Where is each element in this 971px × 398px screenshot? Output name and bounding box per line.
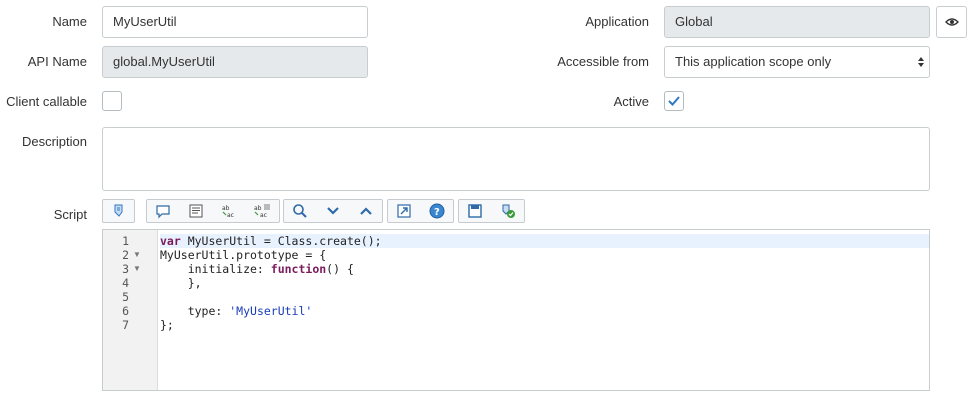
- search-icon: [293, 204, 307, 218]
- code-token: var: [160, 234, 181, 248]
- line-number: 5: [122, 290, 129, 304]
- script-label: Script: [53, 207, 87, 222]
- line-number: 6: [122, 304, 129, 318]
- svg-text:?: ?: [434, 207, 440, 218]
- code-line[interactable]: MyUserUtil.prototype = {: [160, 248, 929, 262]
- active-label: Active: [613, 94, 649, 109]
- fullscreen-icon: [397, 204, 411, 218]
- help-button[interactable]: ?: [423, 202, 451, 220]
- find-previous-button[interactable]: [352, 202, 380, 220]
- code-token: MyUserUtil = Class.create();: [180, 234, 382, 248]
- chevron-up-icon: [360, 207, 372, 215]
- application-label: Application: [585, 14, 649, 29]
- script-debugger-button[interactable]: [494, 202, 522, 220]
- toolbar-group-view: ?: [387, 199, 454, 223]
- api-name-field: global.MyUserUtil: [102, 46, 368, 78]
- toolbar-group-edit: ab ac ab ac: [146, 199, 280, 223]
- select-arrows-icon: [918, 57, 924, 67]
- fold-toggle-icon[interactable]: ▼: [133, 262, 141, 276]
- line-number: 1: [122, 234, 129, 248]
- line-number: 3: [122, 262, 129, 276]
- svg-text:ac: ac: [260, 212, 267, 219]
- help-icon: ?: [429, 203, 445, 219]
- code-token: MyUserUtil.prototype = {: [160, 248, 327, 262]
- line-number: 2: [122, 248, 129, 262]
- fold-toggle-icon[interactable]: ▼: [133, 248, 141, 262]
- name-field[interactable]: MyUserUtil: [102, 6, 368, 38]
- name-label: Name: [52, 14, 87, 29]
- toggle-syntax-icon: [114, 204, 123, 217]
- preview-button[interactable]: [936, 6, 967, 38]
- script-debugger-icon: [502, 204, 515, 218]
- code-line[interactable]: type: 'MyUserUtil': [160, 304, 929, 318]
- replace-all-icon: ab ac: [254, 204, 270, 219]
- client-callable-checkbox[interactable]: [102, 91, 122, 111]
- comment-icon: [156, 205, 170, 219]
- save-icon: [468, 204, 482, 218]
- code-line[interactable]: };: [160, 318, 929, 332]
- code-token: },: [160, 276, 202, 290]
- description-field[interactable]: [102, 127, 930, 191]
- svg-text:ab: ab: [222, 205, 230, 212]
- code-line[interactable]: var MyUserUtil = Class.create();: [160, 234, 929, 248]
- checkmark-icon: [668, 96, 680, 106]
- application-field: Global: [664, 6, 930, 38]
- line-number: 7: [122, 318, 129, 332]
- code-token: };: [160, 318, 174, 332]
- description-label: Description: [21, 134, 87, 149]
- line-number: 4: [122, 276, 129, 290]
- accessible-from-select[interactable]: This application scope only: [664, 46, 930, 78]
- replace-button[interactable]: ab ac: [215, 202, 243, 220]
- accessible-from-label: Accessible from: [557, 54, 649, 69]
- toggle-syntax-button[interactable]: [105, 202, 133, 220]
- toolbar-group-save: [458, 199, 525, 223]
- replace-icon: ab ac: [222, 205, 234, 219]
- save-button[interactable]: [461, 202, 489, 220]
- api-name-label: API Name: [27, 54, 87, 69]
- client-callable-label: Client callable: [6, 94, 87, 109]
- fullscreen-button[interactable]: [390, 202, 418, 220]
- code-line[interactable]: },: [160, 276, 929, 290]
- code-token: type:: [160, 304, 230, 318]
- format-code-button[interactable]: [182, 202, 210, 220]
- active-checkbox[interactable]: [664, 91, 684, 111]
- code-line[interactable]: initialize: function() {: [160, 262, 929, 276]
- find-next-button[interactable]: [319, 202, 347, 220]
- eye-icon: [945, 18, 959, 26]
- toolbar-group-search: [283, 199, 383, 223]
- script-editor[interactable]: 1 2 3 4 5 6 7 ▼ ▼ var MyUserUtil = Class…: [102, 229, 930, 391]
- svg-text:ab: ab: [254, 205, 262, 212]
- replace-all-button[interactable]: ab ac: [248, 202, 276, 220]
- chevron-down-icon: [327, 207, 339, 215]
- line-number-gutter: 1 2 3 4 5 6 7 ▼ ▼: [103, 230, 158, 390]
- accessible-from-value: This application scope only: [675, 54, 832, 69]
- code-token: initialize:: [160, 262, 271, 276]
- format-code-icon: [189, 204, 203, 218]
- code-token: 'MyUserUtil': [229, 304, 313, 318]
- code-token: function: [270, 262, 327, 276]
- svg-text:ac: ac: [227, 212, 234, 219]
- search-button[interactable]: [286, 202, 314, 220]
- comment-button[interactable]: [149, 202, 177, 220]
- toolbar-group-syntax: [102, 199, 135, 223]
- code-token: () {: [326, 262, 354, 276]
